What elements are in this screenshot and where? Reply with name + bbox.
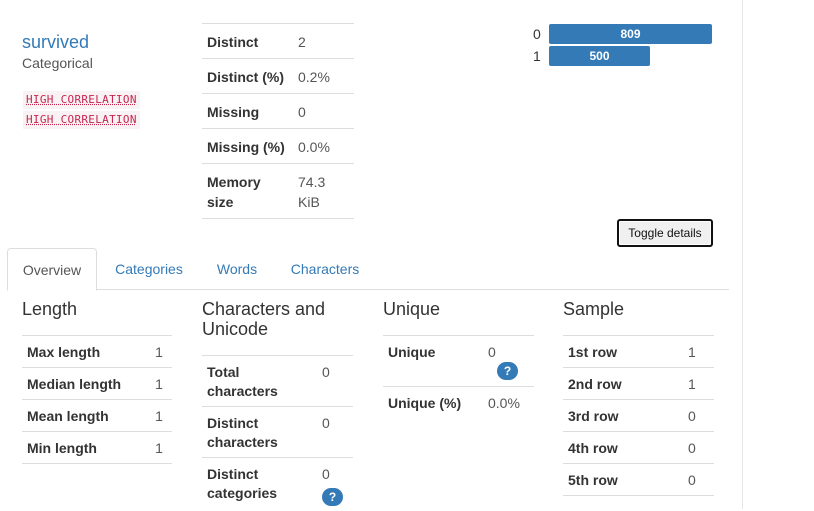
table-row: Distinct characters0 bbox=[202, 407, 353, 458]
table-row: Min length1 bbox=[22, 432, 172, 464]
variable-type: Categorical bbox=[22, 55, 93, 71]
stat-label: Unique bbox=[383, 336, 483, 387]
alert-badge-high-correlation[interactable]: HIGH CORRELATION bbox=[23, 111, 140, 129]
summary-table: Distinct 2 Distinct (%) 0.2% Missing 0 M… bbox=[202, 23, 354, 219]
bar-category-label: 1 bbox=[533, 48, 541, 64]
stat-label: Total characters bbox=[202, 356, 317, 407]
stat-value: 2 bbox=[293, 24, 354, 59]
stat-label: Distinct (%) bbox=[202, 59, 293, 94]
stat-label: 1st row bbox=[563, 336, 683, 368]
stat-label: 4th row bbox=[563, 432, 683, 464]
table-row: Unique0 ? bbox=[383, 336, 534, 387]
toggle-details-button[interactable]: Toggle details bbox=[617, 219, 713, 247]
stat-label: Unique (%) bbox=[383, 387, 483, 419]
stat-label: Mean length bbox=[22, 400, 150, 432]
variable-name-link[interactable]: survived bbox=[22, 31, 89, 53]
stat-value: 0 bbox=[317, 407, 353, 458]
section-title-sample: Sample bbox=[563, 299, 624, 319]
stat-value: 1 bbox=[683, 336, 714, 368]
table-row: Mean length1 bbox=[22, 400, 172, 432]
stat-value: 0 bbox=[683, 464, 714, 496]
table-row: Distinct categories0? bbox=[202, 458, 353, 511]
stat-value-cell: 0? bbox=[317, 458, 353, 511]
table-row: Missing 0 bbox=[202, 94, 354, 129]
stat-label: Memory size bbox=[202, 164, 293, 219]
alert-badge-high-correlation[interactable]: HIGH CORRELATION bbox=[23, 91, 140, 109]
bar: 500 bbox=[549, 46, 650, 66]
section-title-length: Length bbox=[22, 299, 77, 319]
table-row: Total characters0 bbox=[202, 356, 353, 407]
table-row: 4th row0 bbox=[563, 432, 714, 464]
stat-label: Distinct categories bbox=[202, 458, 317, 511]
stat-value-cell: 0 ? bbox=[483, 336, 534, 387]
stat-value: 0 bbox=[322, 466, 330, 482]
tab-characters[interactable]: Characters bbox=[279, 248, 371, 290]
characters-table: Total characters0 Distinct characters0 D… bbox=[202, 355, 353, 511]
table-row: Missing (%) 0.0% bbox=[202, 129, 354, 164]
stat-value: 1 bbox=[150, 336, 172, 368]
stat-value: 0.0% bbox=[483, 387, 534, 419]
stat-value: 1 bbox=[150, 432, 172, 464]
table-row: 3rd row0 bbox=[563, 400, 714, 432]
length-table: Max length1 Median length1 Mean length1 … bbox=[22, 335, 172, 464]
tab-words[interactable]: Words bbox=[205, 248, 269, 290]
stat-value: 74.3 KiB bbox=[293, 164, 354, 219]
stat-value: 0.2% bbox=[293, 59, 354, 94]
column-divider bbox=[742, 0, 743, 509]
stat-value: 1 bbox=[683, 368, 714, 400]
stat-label: 3rd row bbox=[563, 400, 683, 432]
stat-label: Missing bbox=[202, 94, 293, 129]
table-row: Median length1 bbox=[22, 368, 172, 400]
stat-value: 0 bbox=[488, 344, 496, 360]
table-row: 1st row1 bbox=[563, 336, 714, 368]
table-row: Max length1 bbox=[22, 336, 172, 368]
tab-categories[interactable]: Categories bbox=[103, 248, 195, 290]
section-title-unique: Unique bbox=[383, 299, 440, 319]
stat-label: Missing (%) bbox=[202, 129, 293, 164]
table-row: 2nd row1 bbox=[563, 368, 714, 400]
stat-value: 1 bbox=[150, 368, 172, 400]
help-icon[interactable]: ? bbox=[497, 362, 518, 380]
stat-label: 5th row bbox=[563, 464, 683, 496]
help-icon[interactable]: ? bbox=[322, 488, 343, 506]
stat-label: Distinct characters bbox=[202, 407, 317, 458]
table-row: Unique (%)0.0% bbox=[383, 387, 534, 419]
stat-label: Min length bbox=[22, 432, 150, 464]
section-title-characters: Characters and Unicode bbox=[202, 299, 352, 339]
stat-label: 2nd row bbox=[563, 368, 683, 400]
stat-value: 0.0% bbox=[293, 129, 354, 164]
stat-label: Distinct bbox=[202, 24, 293, 59]
table-row: Memory size 74.3 KiB bbox=[202, 164, 354, 219]
tab-bar: Overview Categories Words Characters bbox=[7, 248, 729, 290]
stat-value: 0 bbox=[683, 400, 714, 432]
stat-value: 0 bbox=[317, 356, 353, 407]
bar: 809 bbox=[549, 24, 712, 44]
stat-value: 0 bbox=[293, 94, 354, 129]
stat-value: 1 bbox=[150, 400, 172, 432]
unique-table: Unique0 ? Unique (%)0.0% bbox=[383, 335, 534, 418]
tab-overview[interactable]: Overview bbox=[7, 248, 97, 291]
bar-category-label: 0 bbox=[533, 26, 541, 42]
sample-table: 1st row1 2nd row1 3rd row0 4th row0 5th … bbox=[563, 335, 714, 496]
stat-label: Max length bbox=[22, 336, 150, 368]
stat-label: Median length bbox=[22, 368, 150, 400]
table-row: Distinct (%) 0.2% bbox=[202, 59, 354, 94]
table-row: 5th row0 bbox=[563, 464, 714, 496]
table-row: Distinct 2 bbox=[202, 24, 354, 59]
stat-value: 0 bbox=[683, 432, 714, 464]
